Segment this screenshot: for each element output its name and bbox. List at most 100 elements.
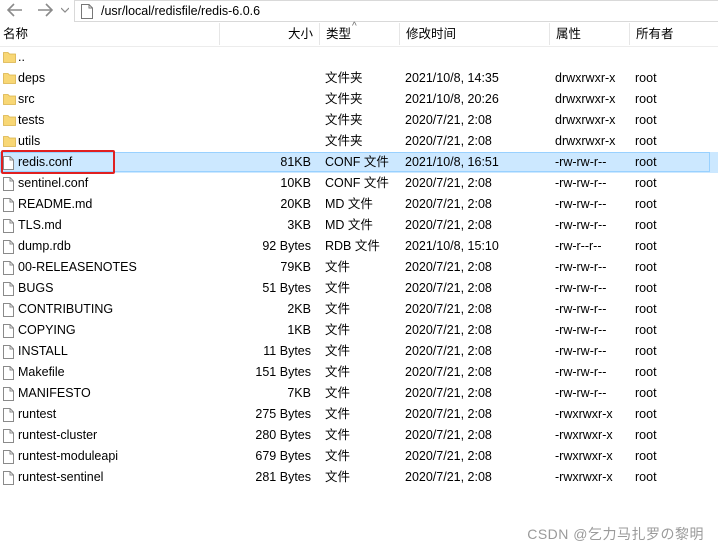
file-type: 文件夹	[325, 92, 363, 106]
file-row[interactable]: runtest-cluster 280 Bytes 文件 2020/7/21, 2:0…	[0, 425, 718, 446]
file-size: 275 Bytes	[255, 407, 311, 421]
chevron-down-icon[interactable]	[60, 2, 70, 18]
file-name: src	[18, 92, 35, 106]
modified-date: 2021/10/8, 14:35	[405, 71, 499, 85]
column-header-date[interactable]: 修改时间	[399, 23, 549, 45]
file-row[interactable]: runtest-moduleapi 679 Bytes 文件 2020/7/21, 2…	[0, 446, 718, 467]
file-type: MD 文件	[325, 218, 373, 232]
column-header-owner[interactable]: 所有者	[629, 23, 718, 45]
file-icon	[3, 282, 15, 296]
back-arrow-icon[interactable]	[6, 2, 24, 18]
file-size: 2KB	[287, 302, 311, 316]
path-text: /usr/local/redisfile/redis-6.0.6	[101, 4, 261, 18]
permissions: -rwxrwxr-x	[555, 407, 613, 421]
modified-date: 2020/7/21, 2:08	[405, 344, 492, 358]
file-icon	[3, 345, 15, 359]
folder-row[interactable]: src 文件夹 2021/10/8, 20:26 drwxrwxr-x root	[0, 89, 718, 110]
folder-icon	[3, 135, 16, 148]
file-row[interactable]: INSTALL 11 Bytes 文件 2020/7/21, 2:08 -rw-rw-r…	[0, 341, 718, 362]
owner: root	[635, 344, 657, 358]
permissions: -rwxrwxr-x	[555, 470, 613, 484]
folder-row[interactable]: tests 文件夹 2020/7/21, 2:08 drwxrwxr-x root	[0, 110, 718, 131]
owner: root	[635, 302, 657, 316]
owner: root	[635, 260, 657, 274]
file-row[interactable]: sentinel.conf 10KB CONF 文件 2020/7/21, 2:08 -…	[0, 173, 718, 194]
file-row[interactable]: MANIFESTO 7KB 文件 2020/7/21, 2:08 -rw-rw-r-- r…	[0, 383, 718, 404]
permissions: -rw-rw-r--	[555, 218, 607, 232]
owner: root	[635, 239, 657, 253]
folder-icon	[3, 93, 16, 106]
modified-date: 2020/7/21, 2:08	[405, 449, 492, 463]
file-row[interactable]: Makefile 151 Bytes 文件 2020/7/21, 2:08 -rw-rw…	[0, 362, 718, 383]
file-icon	[3, 240, 15, 254]
permissions: -rwxrwxr-x	[555, 449, 613, 463]
file-type: 文件	[325, 428, 351, 442]
owner: root	[635, 449, 657, 463]
permissions: -rw-rw-r--	[555, 197, 607, 211]
owner: root	[635, 218, 657, 232]
folder-row[interactable]: ..	[0, 47, 718, 68]
file-row[interactable]: dump.rdb 92 Bytes RDB 文件 2021/10/8, 15:10 -r…	[0, 236, 718, 257]
modified-date: 2020/7/21, 2:08	[405, 176, 492, 190]
column-header-size[interactable]: 大小	[219, 23, 319, 45]
file-name: BUGS	[18, 281, 54, 295]
file-size: 20KB	[280, 197, 311, 211]
file-size: 51 Bytes	[262, 281, 311, 295]
file-size: 679 Bytes	[255, 449, 311, 463]
file-name: 00-RELEASENOTES	[18, 260, 137, 274]
file-name: README.md	[18, 197, 93, 211]
modified-date: 2020/7/21, 2:08	[405, 260, 492, 274]
file-name: runtest-cluster	[18, 428, 98, 442]
folder-row[interactable]: utils 文件夹 2020/7/21, 2:08 drwxrwxr-x root	[0, 131, 718, 152]
modified-date: 2021/10/8, 16:51	[405, 155, 499, 169]
owner: root	[635, 155, 657, 169]
file-type: 文件	[325, 260, 351, 274]
file-size: 280 Bytes	[255, 428, 311, 442]
modified-date: 2020/7/21, 2:08	[405, 407, 492, 421]
permissions: -rw-r--r--	[555, 239, 602, 253]
file-name: sentinel.conf	[18, 176, 89, 190]
modified-date: 2020/7/21, 2:08	[405, 281, 492, 295]
modified-date: 2020/7/21, 2:08	[405, 197, 492, 211]
owner: root	[635, 134, 657, 148]
file-row[interactable]: CONTRIBUTING 2KB 文件 2020/7/21, 2:08 -rw-rw-r…	[0, 299, 718, 320]
file-type: 文件夹	[325, 71, 363, 85]
folder-icon	[3, 51, 16, 64]
permissions: -rw-rw-r--	[555, 260, 607, 274]
file-row[interactable]: TLS.md 3KB MD 文件 2020/7/21, 2:08 -rw-rw-r-- r…	[0, 215, 718, 236]
file-icon	[3, 198, 15, 212]
owner: root	[635, 470, 657, 484]
modified-date: 2020/7/21, 2:08	[405, 113, 492, 127]
file-row[interactable]: 00-RELEASENOTES 79KB 文件 2020/7/21, 2:08 -rw-…	[0, 257, 718, 278]
modified-date: 2020/7/21, 2:08	[405, 470, 492, 484]
file-row[interactable]: README.md 20KB MD 文件 2020/7/21, 2:08 -rw-rw-…	[0, 194, 718, 215]
file-type: 文件	[325, 386, 351, 400]
file-size: 81KB	[280, 155, 311, 169]
owner: root	[635, 386, 657, 400]
folder-icon	[3, 114, 16, 127]
file-icon	[3, 219, 15, 233]
file-type: RDB 文件	[325, 239, 380, 253]
owner: root	[635, 428, 657, 442]
owner: root	[635, 176, 657, 190]
column-header-name[interactable]: 名称	[0, 23, 219, 45]
column-header-permissions[interactable]: 属性	[549, 23, 629, 45]
file-type: CONF 文件	[325, 155, 389, 169]
file-name: INSTALL	[18, 344, 68, 358]
modified-date: 2020/7/21, 2:08	[405, 365, 492, 379]
file-name: runtest	[18, 407, 57, 421]
sort-ascending-icon: ^	[352, 21, 357, 32]
file-row[interactable]: BUGS 51 Bytes 文件 2020/7/21, 2:08 -rw-rw-r-- r…	[0, 278, 718, 299]
file-row[interactable]: COPYING 1KB 文件 2020/7/21, 2:08 -rw-rw-r-- roo…	[0, 320, 718, 341]
owner: root	[635, 113, 657, 127]
file-size: 151 Bytes	[255, 365, 311, 379]
folder-row[interactable]: deps 文件夹 2021/10/8, 14:35 drwxrwxr-x root	[0, 68, 718, 89]
permissions: drwxrwxr-x	[555, 113, 616, 127]
file-row[interactable]: runtest 275 Bytes 文件 2020/7/21, 2:08 -rwxrwx…	[0, 404, 718, 425]
file-row[interactable]: runtest-sentinel 281 Bytes 文件 2020/7/21, 2:…	[0, 467, 718, 488]
address-bar[interactable]: /usr/local/redisfile/redis-6.0.6	[74, 0, 718, 22]
column-header-type[interactable]: 类型	[319, 23, 399, 45]
owner: root	[635, 197, 657, 211]
watermark: CSDN @乞力马扎罗の黎明	[527, 526, 704, 542]
forward-arrow-icon[interactable]	[36, 2, 54, 18]
